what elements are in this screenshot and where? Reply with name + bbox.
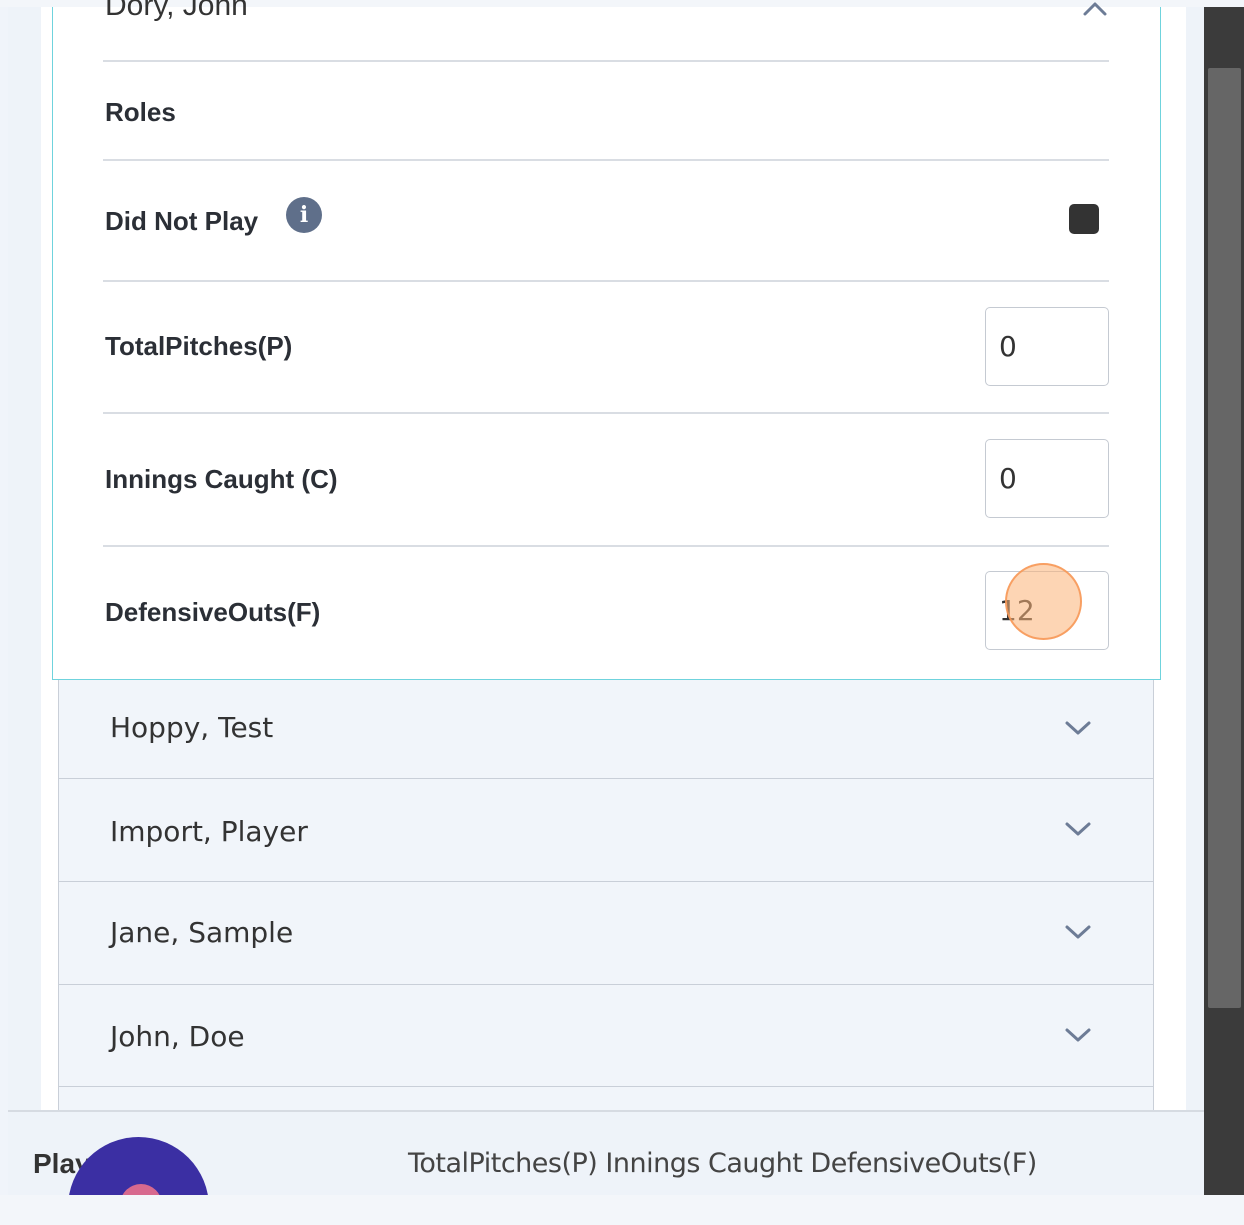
player-name: Jane, Sample <box>110 916 294 949</box>
player-name: Import, Player <box>110 815 308 848</box>
innings-caught-label: Innings Caught (C) <box>105 464 338 494</box>
player-row[interactable]: Import, Player <box>58 779 1154 882</box>
bottom-bar: Play TotalPitches(P) Innings Caught Defe… <box>8 1110 1204 1195</box>
chevron-up-icon[interactable] <box>1082 0 1108 23</box>
player-row[interactable]: Hoppy, Test <box>58 680 1154 779</box>
did-not-play-checkbox[interactable] <box>1069 204 1099 234</box>
player-name[interactable]: Dory, John <box>105 0 248 23</box>
chevron-down-icon[interactable] <box>1063 1025 1093 1045</box>
chevron-down-icon[interactable] <box>1063 819 1093 839</box>
bottom-strip <box>0 1195 1244 1225</box>
player-row[interactable]: Jane, Sample <box>58 882 1154 985</box>
player-row[interactable]: John, Doe <box>58 985 1154 1087</box>
roles-label: Roles <box>105 97 176 127</box>
player-name: John, Doe <box>110 1020 245 1053</box>
innings-caught-input[interactable]: 0 <box>985 439 1109 518</box>
divider <box>103 60 1109 62</box>
chevron-down-icon[interactable] <box>1063 718 1093 738</box>
player-card-expanded: Dory, John Roles Did Not Play i TotalPit… <box>52 0 1161 680</box>
info-icon[interactable]: i <box>286 197 322 233</box>
divider <box>103 159 1109 161</box>
total-pitches-input[interactable]: 0 <box>985 307 1109 386</box>
scrollbar-thumb[interactable] <box>1208 68 1241 1008</box>
defensive-outs-label: DefensiveOuts(F) <box>105 597 321 627</box>
total-pitches-label: TotalPitches(P) <box>105 331 293 361</box>
divider <box>103 412 1109 414</box>
click-indicator <box>1005 563 1082 640</box>
divider <box>103 280 1109 282</box>
player-name: Hoppy, Test <box>110 711 274 744</box>
divider <box>103 545 1109 547</box>
column-headers: TotalPitches(P) Innings Caught Defensive… <box>408 1148 1037 1179</box>
did-not-play-label: Did Not Play <box>105 206 259 236</box>
chevron-down-icon[interactable] <box>1063 922 1093 942</box>
